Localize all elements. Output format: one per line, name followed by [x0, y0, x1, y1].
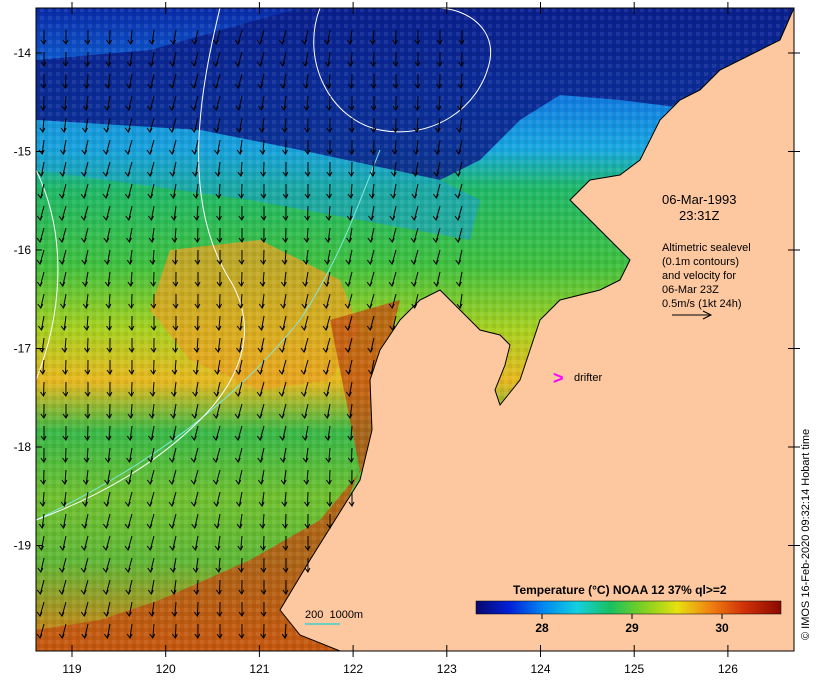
legend-line-2: (0.1m contours): [662, 256, 739, 268]
lat-tick-label: -17: [14, 342, 32, 356]
lon-tick-label: 122: [343, 662, 363, 676]
lon-tick-label: 124: [530, 662, 550, 676]
lat-tick-label: -15: [14, 145, 32, 159]
legend-line-1: Altimetric sealevel: [662, 242, 751, 254]
lat-tick-label: -16: [14, 243, 32, 257]
datetime-line1: 06-Mar-1993: [662, 192, 736, 207]
sst-map: -14 -15 -16 -17 -18 -19 119 120 121 122 123 124 125…: [14, 2, 800, 676]
lon-tick-label: 125: [624, 662, 644, 676]
lon-tick-label: 123: [437, 662, 457, 676]
lat-tick-label: -18: [14, 440, 32, 454]
legend-line-5: 0.5m/s (1kt 24h): [662, 298, 741, 310]
datetime-line2: 23:31Z: [679, 208, 720, 223]
legend-line-4: 06-Mar 23Z: [662, 284, 719, 296]
credit-text: © IMOS 16-Feb-2020 09:32:14 Hobart time: [800, 428, 812, 640]
drifter-label: drifter: [574, 372, 602, 384]
colorbar-tick-label: 28: [535, 621, 549, 635]
lon-tick-label: 126: [718, 662, 738, 676]
colorbar: [475, 600, 782, 615]
lon-tick-label: 119: [62, 662, 81, 676]
colorbar-tick-label: 30: [715, 621, 729, 635]
lat-tick-label: -14: [14, 46, 32, 60]
colorbar-title: Temperature (°C) NOAA 12 37% ql>=2: [513, 583, 727, 597]
colorbar-tick-label: 29: [625, 621, 639, 635]
lon-tick-label: 120: [156, 662, 176, 676]
lon-tick-label: 121: [249, 662, 269, 676]
lat-tick-label: -19: [14, 539, 32, 553]
drifter-icon: >: [553, 368, 564, 388]
legend-line-3: and velocity for: [662, 270, 736, 282]
bathy-label: 200 1000m: [305, 609, 363, 621]
